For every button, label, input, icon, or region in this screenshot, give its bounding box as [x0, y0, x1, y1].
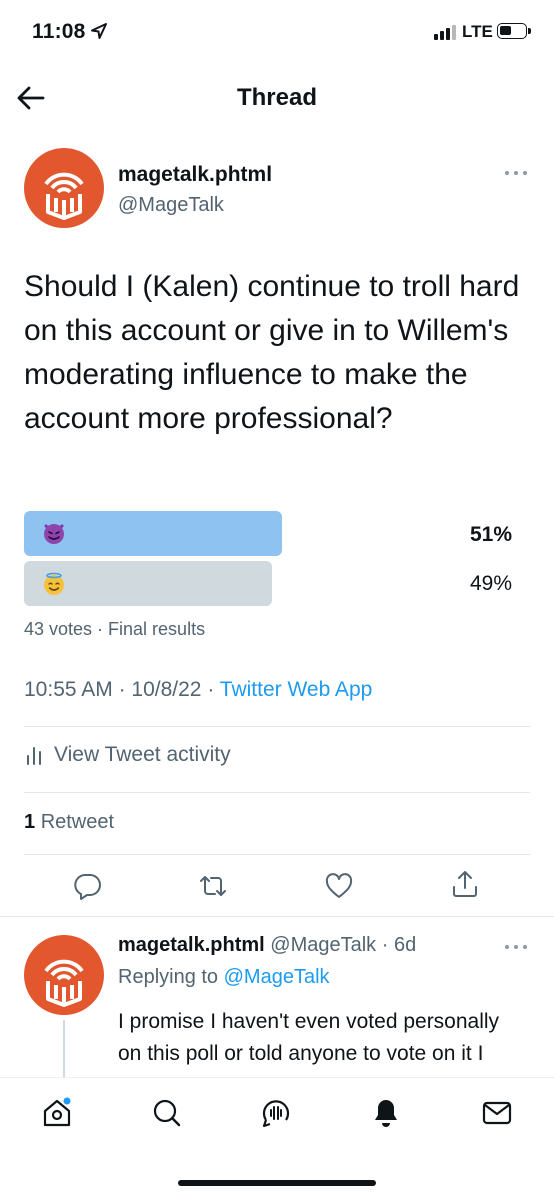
retweet-count: 1	[24, 811, 36, 833]
divider	[24, 726, 530, 727]
reply-header: magetalk.phtml @MageTalk · 6d	[118, 934, 417, 956]
divider	[24, 854, 530, 855]
reply-text: I promise I haven't even voted personall…	[118, 1010, 500, 1076]
smiling-face-with-halo-icon	[44, 572, 64, 595]
replying-label: Replying to	[118, 966, 219, 988]
activity-label: View Tweet activity	[54, 743, 231, 766]
author-handle[interactable]: @MageTalk	[118, 194, 224, 217]
retweet-icon[interactable]	[198, 871, 228, 901]
poll-percent-winner: 51%	[469, 523, 512, 546]
divider	[24, 792, 530, 793]
retweet-stats[interactable]: 1 Retweet	[24, 811, 114, 834]
reply-age: 6d	[393, 934, 417, 956]
tweet-source-link[interactable]: Twitter Web App	[220, 678, 373, 701]
notifications-icon[interactable]	[369, 1096, 403, 1130]
spaces-icon[interactable]	[259, 1096, 293, 1130]
avatar[interactable]	[24, 148, 104, 228]
replying-to: Replying to @MageTalk	[118, 966, 330, 989]
network-label: LTE	[462, 22, 493, 41]
magetalk-logo-icon	[44, 959, 84, 1007]
messages-icon[interactable]	[480, 1096, 514, 1130]
tweet-time[interactable]: 10:55 AM	[24, 678, 113, 701]
tweet-timestamp: 10:55 AM · 10/8/22 · Twitter Web App	[24, 678, 373, 701]
retweet-label: Retweet	[40, 811, 115, 833]
home-icon[interactable]	[40, 1096, 74, 1130]
like-icon[interactable]	[324, 871, 354, 901]
thread-line	[63, 1020, 65, 1080]
reply-author-name[interactable]: magetalk.phtml	[118, 934, 265, 956]
poll-percent: 49%	[469, 572, 512, 595]
analytics-icon	[27, 747, 41, 765]
view-tweet-activity[interactable]: View Tweet activity	[24, 743, 231, 767]
more-options-icon[interactable]	[504, 169, 528, 177]
tweet-date[interactable]: 10/8/22	[131, 678, 201, 701]
smiling-face-with-horns-icon	[43, 523, 65, 544]
more-options-icon[interactable]	[504, 943, 528, 951]
battery-icon	[497, 23, 527, 39]
location-arrow-icon	[91, 23, 107, 39]
signal-icon	[434, 24, 456, 40]
divider	[0, 916, 554, 917]
magetalk-logo-icon	[44, 172, 84, 220]
reply-author-handle[interactable]: @MageTalk	[270, 934, 376, 956]
tweet-text: Should I (Kalen) continue to troll hard …	[24, 270, 520, 435]
search-icon[interactable]	[150, 1096, 184, 1130]
status-time: 11:08	[32, 20, 86, 43]
share-icon[interactable]	[450, 869, 480, 899]
reply-icon[interactable]	[73, 871, 103, 901]
reply-avatar[interactable]	[24, 935, 104, 1015]
poll-meta: 43 votes · Final results	[24, 619, 206, 639]
replying-to-link[interactable]: @MageTalk	[224, 966, 330, 988]
home-indicator[interactable]	[178, 1180, 376, 1186]
author-name[interactable]: magetalk.phtml	[118, 163, 272, 187]
battery-tip	[528, 28, 531, 34]
page-title: Thread	[236, 84, 317, 111]
